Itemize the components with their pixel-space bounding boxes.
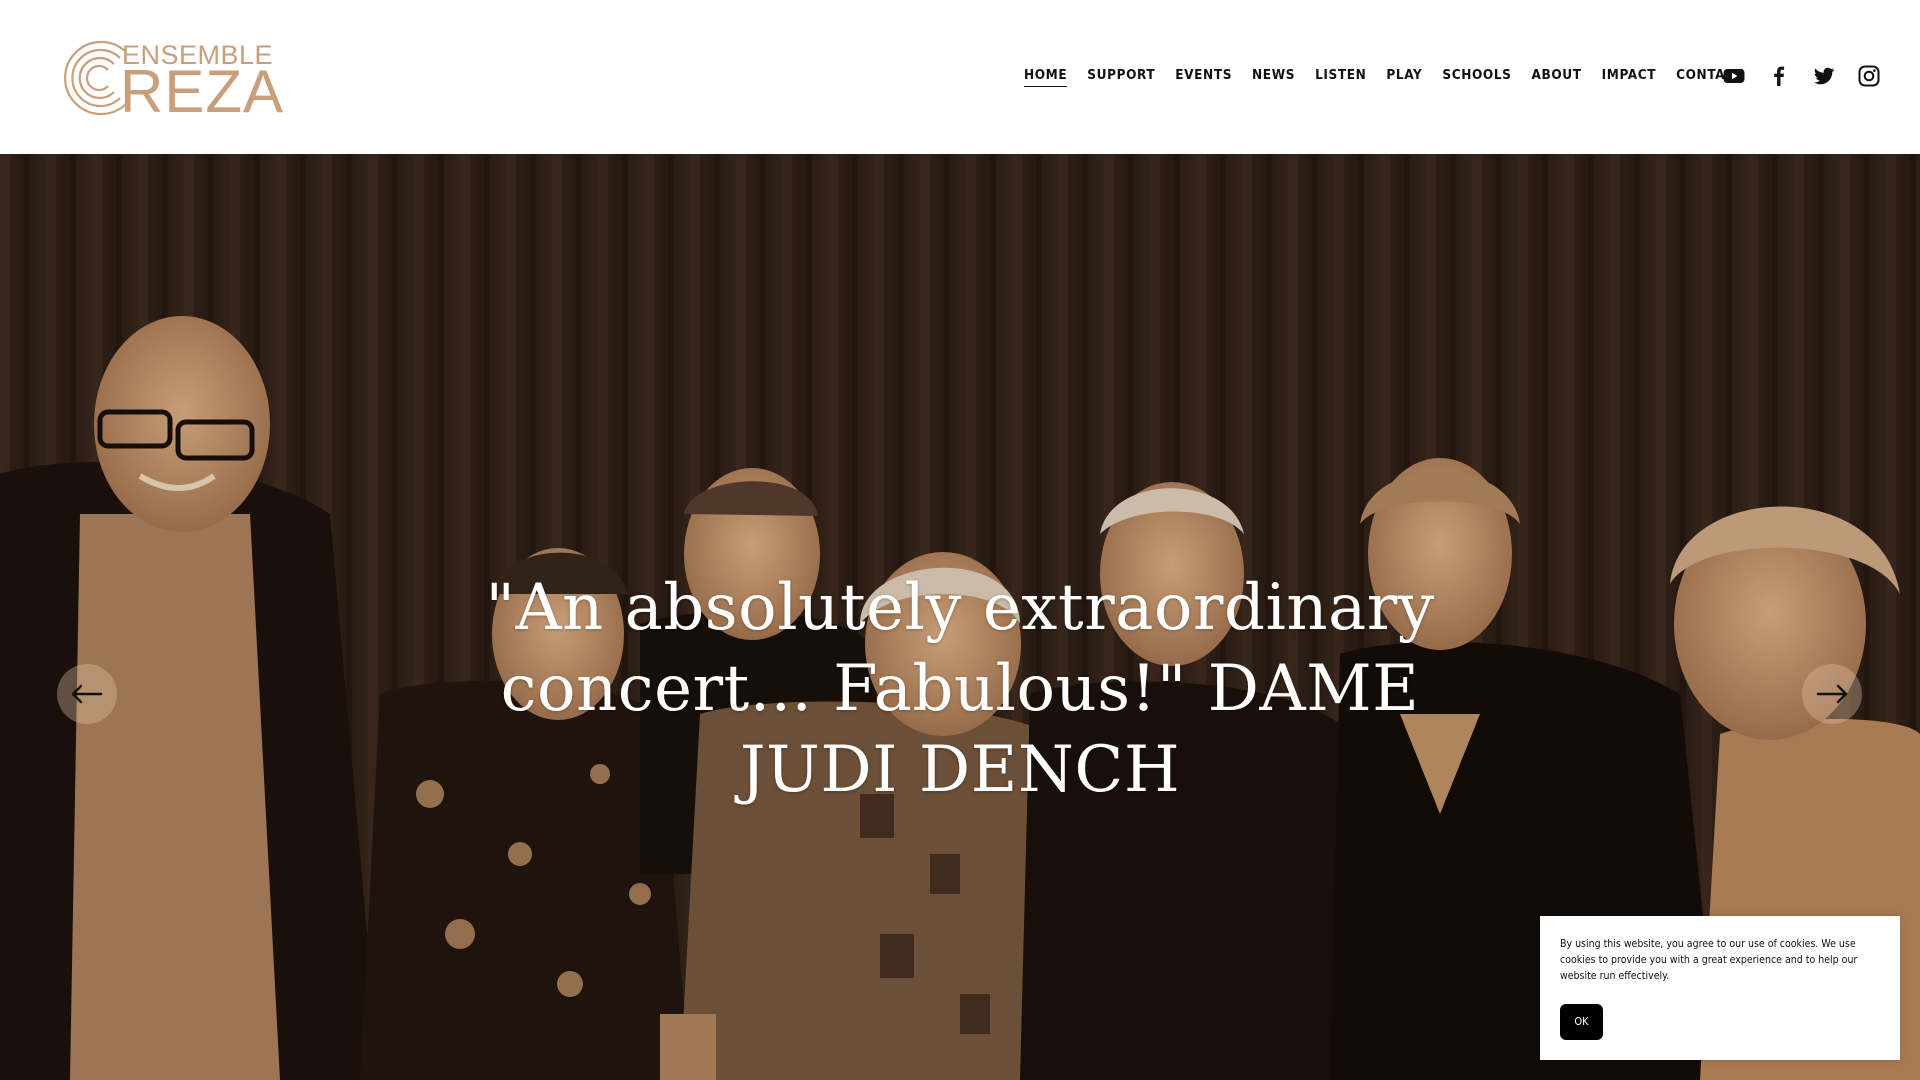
nav-about[interactable]: ABOUT	[1532, 67, 1582, 87]
nav-events[interactable]: EVENTS	[1175, 67, 1232, 87]
nav-listen[interactable]: LISTEN	[1315, 67, 1366, 87]
site-header: ENSEMBLE REZA HOME SUPPORT EVENTS NEWS L…	[0, 0, 1920, 154]
slide-prev-button[interactable]	[57, 664, 117, 724]
logo-text-reza: REZA	[120, 58, 285, 125]
youtube-icon[interactable]	[1722, 64, 1746, 88]
nav-play[interactable]: PLAY	[1386, 67, 1422, 87]
instagram-icon[interactable]	[1857, 64, 1881, 88]
main-nav: HOME SUPPORT EVENTS NEWS LISTEN PLAY SCH…	[1024, 67, 1764, 87]
hero-quote: "An absolutely extraordinary concert... …	[485, 571, 1435, 807]
site-logo[interactable]: ENSEMBLE REZA	[56, 36, 292, 125]
twitter-icon[interactable]	[1812, 64, 1836, 88]
nav-home[interactable]: HOME	[1024, 67, 1068, 87]
cookie-banner: By using this website, you agree to our …	[1540, 916, 1900, 1060]
nav-support[interactable]: SUPPORT	[1087, 67, 1155, 87]
arrow-right-icon	[1816, 684, 1848, 704]
nav-impact[interactable]: IMPACT	[1602, 67, 1656, 87]
nav-schools[interactable]: SCHOOLS	[1442, 67, 1511, 87]
slide-next-button[interactable]	[1802, 664, 1862, 724]
arrow-left-icon	[71, 684, 103, 704]
cookie-ok-button[interactable]: OK	[1560, 1004, 1603, 1040]
cookie-message: By using this website, you agree to our …	[1560, 938, 1858, 982]
nav-news[interactable]: NEWS	[1252, 67, 1295, 87]
facebook-icon[interactable]	[1767, 64, 1791, 88]
social-links	[1722, 64, 1902, 88]
